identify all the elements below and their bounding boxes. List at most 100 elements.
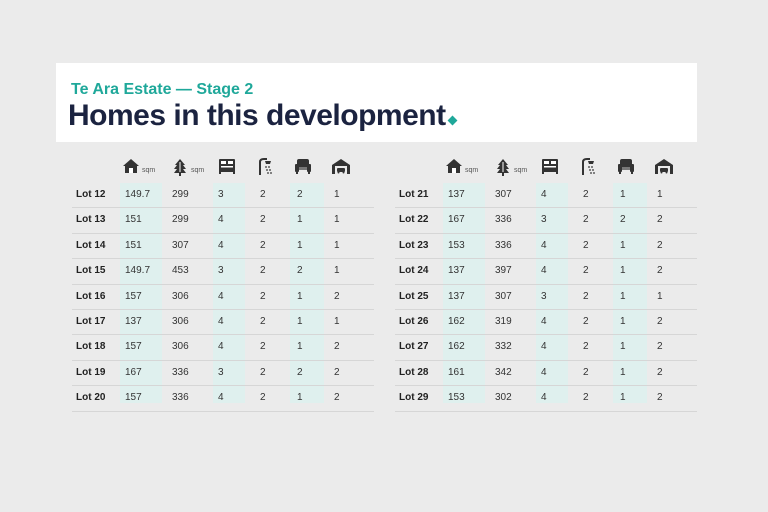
house-icon bbox=[445, 158, 463, 174]
land-size: 342 bbox=[495, 366, 512, 378]
lot-number: Lot 15 bbox=[76, 265, 106, 277]
bathrooms: 2 bbox=[260, 239, 266, 251]
table-row: Lot 15 149.7 453 3 2 2 1 bbox=[72, 259, 374, 285]
bedrooms: 3 bbox=[218, 265, 224, 277]
lot-number: Lot 12 bbox=[76, 189, 106, 200]
house-size: 137 bbox=[448, 290, 465, 302]
table-row: Lot 22 167 336 3 2 2 2 bbox=[395, 208, 697, 234]
house-size: 157 bbox=[125, 290, 142, 302]
lot-number: Lot 26 bbox=[399, 315, 429, 327]
land-size: 299 bbox=[172, 189, 189, 200]
lots-table-right: sqm sqm Lot 21 137 307 4 2 1 1 Lot 22 167 336 3 2 2 2 Lo… bbox=[395, 155, 697, 412]
lot-number: Lot 25 bbox=[399, 290, 429, 302]
bathrooms: 2 bbox=[260, 189, 266, 200]
garages: 2 bbox=[334, 290, 340, 302]
house-size: 162 bbox=[448, 341, 465, 353]
table-row: Lot 26 162 319 4 2 1 2 bbox=[395, 310, 697, 336]
bathrooms: 2 bbox=[260, 366, 266, 378]
garages: 2 bbox=[657, 366, 663, 378]
lots-table-left: sqm sqm Lot 12 149.7 299 3 2 2 1 Lot 13 151 299 4 2 1 1… bbox=[72, 155, 374, 412]
land-size: 332 bbox=[495, 341, 512, 353]
bedrooms: 4 bbox=[541, 265, 547, 277]
table-row: Lot 29 153 302 4 2 1 2 bbox=[395, 386, 697, 412]
tree-icon bbox=[173, 158, 187, 176]
living-rooms: 1 bbox=[620, 189, 626, 200]
lot-number: Lot 21 bbox=[399, 189, 429, 200]
land-size: 299 bbox=[172, 214, 189, 226]
house-size: 153 bbox=[448, 239, 465, 251]
bathrooms: 2 bbox=[583, 392, 589, 404]
table-row: Lot 18 157 306 4 2 1 2 bbox=[72, 335, 374, 361]
garages: 1 bbox=[334, 214, 340, 226]
sqm-unit-label: sqm bbox=[191, 167, 205, 174]
table-row: Lot 28 161 342 4 2 1 2 bbox=[395, 361, 697, 387]
bedrooms: 3 bbox=[218, 366, 224, 378]
table-row: Lot 17 137 306 4 2 1 1 bbox=[72, 310, 374, 336]
bathrooms: 2 bbox=[260, 265, 266, 277]
living-rooms: 1 bbox=[297, 315, 303, 327]
table-row: Lot 12 149.7 299 3 2 2 1 bbox=[72, 183, 374, 209]
garages: 2 bbox=[334, 392, 340, 404]
lot-number: Lot 29 bbox=[399, 392, 429, 404]
land-size: 307 bbox=[495, 290, 512, 302]
living-rooms: 1 bbox=[297, 239, 303, 251]
lot-number: Lot 18 bbox=[76, 341, 106, 353]
bedrooms: 4 bbox=[541, 366, 547, 378]
lot-number: Lot 27 bbox=[399, 341, 429, 353]
bedrooms: 4 bbox=[541, 341, 547, 353]
armchair-icon bbox=[617, 158, 635, 174]
house-size: 137 bbox=[448, 265, 465, 277]
table-header: sqm sqm bbox=[72, 155, 374, 183]
sqm-unit-label: sqm bbox=[142, 167, 156, 174]
bathrooms: 2 bbox=[260, 315, 266, 327]
living-rooms: 2 bbox=[297, 189, 303, 200]
living-rooms: 2 bbox=[297, 265, 303, 277]
table-row: Lot 21 137 307 4 2 1 1 bbox=[395, 183, 697, 209]
bedrooms: 4 bbox=[218, 290, 224, 302]
land-size: 336 bbox=[172, 392, 189, 404]
land-size: 336 bbox=[495, 214, 512, 226]
bathrooms: 2 bbox=[583, 341, 589, 353]
bathrooms: 2 bbox=[260, 290, 266, 302]
lot-number: Lot 17 bbox=[76, 315, 106, 327]
land-size: 307 bbox=[495, 189, 512, 200]
garages: 2 bbox=[657, 239, 663, 251]
bedrooms: 4 bbox=[541, 315, 547, 327]
garages: 1 bbox=[334, 189, 340, 200]
bedrooms: 4 bbox=[218, 341, 224, 353]
living-rooms: 1 bbox=[620, 239, 626, 251]
living-rooms: 1 bbox=[620, 315, 626, 327]
land-size: 306 bbox=[172, 290, 189, 302]
bedrooms: 4 bbox=[218, 315, 224, 327]
sqm-unit-label: sqm bbox=[514, 167, 528, 174]
house-size: 153 bbox=[448, 392, 465, 404]
table-header: sqm sqm bbox=[395, 155, 697, 183]
estate-subtitle: Te Ara Estate — Stage 2 bbox=[71, 81, 254, 98]
lot-number: Lot 13 bbox=[76, 214, 106, 226]
land-size: 306 bbox=[172, 341, 189, 353]
garages: 2 bbox=[657, 315, 663, 327]
garages: 2 bbox=[657, 265, 663, 277]
house-size: 151 bbox=[125, 239, 142, 251]
bathrooms: 2 bbox=[583, 315, 589, 327]
land-size: 336 bbox=[495, 239, 512, 251]
tree-icon bbox=[496, 158, 510, 176]
bathrooms: 2 bbox=[583, 290, 589, 302]
bedrooms: 4 bbox=[541, 239, 547, 251]
land-size: 302 bbox=[495, 392, 512, 404]
bedrooms: 3 bbox=[541, 214, 547, 226]
table-row: Lot 24 137 397 4 2 1 2 bbox=[395, 259, 697, 285]
living-rooms: 1 bbox=[620, 392, 626, 404]
garages: 2 bbox=[657, 214, 663, 226]
bathrooms: 2 bbox=[583, 189, 589, 200]
living-rooms: 1 bbox=[620, 366, 626, 378]
table-row: Lot 19 167 336 3 2 2 2 bbox=[72, 361, 374, 387]
bedrooms: 4 bbox=[218, 214, 224, 226]
house-size: 151 bbox=[125, 214, 142, 226]
bathrooms: 2 bbox=[260, 214, 266, 226]
garages: 1 bbox=[334, 315, 340, 327]
table-row: Lot 27 162 332 4 2 1 2 bbox=[395, 335, 697, 361]
lot-number: Lot 23 bbox=[399, 239, 429, 251]
house-size: 162 bbox=[448, 315, 465, 327]
garages: 1 bbox=[334, 239, 340, 251]
